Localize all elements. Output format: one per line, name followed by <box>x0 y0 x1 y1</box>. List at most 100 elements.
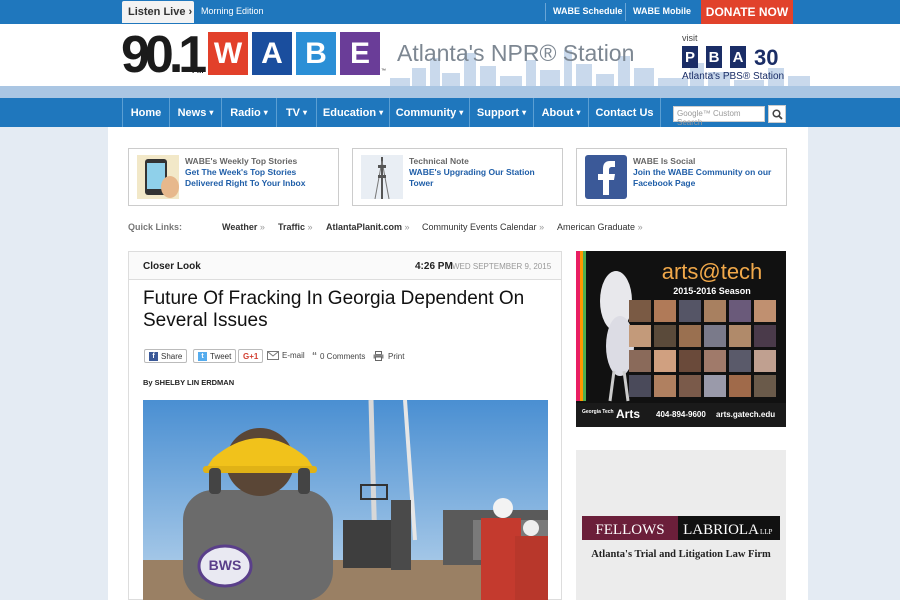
facebook-share-button[interactable]: f Share <box>144 349 188 363</box>
search-icon <box>771 108 783 120</box>
wabe-logo-letter[interactable]: A <box>252 32 292 75</box>
promo-weekly-stories[interactable]: WABE's Weekly Top Stories Get The Week's… <box>128 148 339 206</box>
promo-link[interactable]: Join the WABE Community on our Facebook … <box>633 167 783 189</box>
pba-logo-number[interactable]: 30 <box>754 45 778 71</box>
nav-community[interactable]: Community ▾ <box>390 98 470 127</box>
article-photo-image: BWS <box>143 400 548 600</box>
nav-contact-us[interactable]: Contact Us <box>589 98 661 127</box>
facebook-icon <box>585 155 627 199</box>
arts-ad-season: 2015-2016 Season <box>673 286 751 296</box>
wabe-logo-letter[interactable]: E <box>340 32 380 75</box>
quick-link-weather[interactable]: Weather » <box>222 222 265 232</box>
chevron-down-icon: ▾ <box>303 108 308 117</box>
pba-logo-letter[interactable]: B <box>706 46 722 68</box>
promo-social[interactable]: WABE Is Social Join the WABE Community o… <box>576 148 787 206</box>
nav-about[interactable]: About ▾ <box>534 98 589 127</box>
pba-logo-letter[interactable]: P <box>682 46 698 68</box>
wabe-logo-letter[interactable]: B <box>296 32 336 75</box>
quick-link-atlantaplanit[interactable]: AtlantaPlanit.com » <box>326 222 410 232</box>
print-link[interactable]: Print <box>373 351 404 361</box>
nav-label: TV <box>285 106 301 119</box>
gplus-label: G+1 <box>243 351 259 361</box>
law-ad-right: LABRIOLA <box>683 522 759 538</box>
print-label: Print <box>388 351 405 361</box>
article-date: WED SEPTEMBER 9, 2015 <box>452 262 552 271</box>
nav-label: Home <box>130 106 162 119</box>
arts-at-tech-ad[interactable]: arts@tech 2015-2016 Season Georgia Tech … <box>576 251 786 427</box>
twitter-icon: t <box>198 351 207 361</box>
nav-tv[interactable]: TV ▾ <box>277 98 317 127</box>
quick-link-label: Community Events Calendar <box>422 222 537 232</box>
chevron-down-icon: ▾ <box>459 108 464 117</box>
quick-link-traffic[interactable]: Traffic » <box>278 222 313 232</box>
law-ad-left: FELLOWS <box>595 522 664 538</box>
station-tagline: Atlanta's NPR® Station <box>397 40 635 66</box>
email-link[interactable]: E-mail <box>267 351 305 360</box>
top-bar: Listen Live › Morning Edition WABE Sched… <box>0 0 900 24</box>
phone-icon <box>137 155 179 199</box>
wabe-schedule-link[interactable]: WABE Schedule <box>553 6 623 16</box>
promo-link[interactable]: Get The Week's Top Stories Delivered Rig… <box>185 167 335 189</box>
fellows-labriola-ad[interactable]: FELLOWS LABRIOLA LLP Atlanta's Trial and… <box>576 450 786 600</box>
tweet-button[interactable]: t Tweet <box>193 349 237 363</box>
quick-link-community-events[interactable]: Community Events Calendar » <box>422 222 544 232</box>
nav-label: Education <box>322 106 377 119</box>
chevron-down-icon: ▾ <box>576 108 581 117</box>
chevron-down-icon: ▾ <box>379 108 384 117</box>
arts-ad-phone: 404-894-9600 <box>656 410 706 419</box>
donate-button[interactable]: DONATE NOW <box>701 0 793 24</box>
email-label: E-mail <box>282 351 305 360</box>
arts-ad-title: arts@tech <box>662 259 763 284</box>
double-chevron-icon: » <box>539 222 545 232</box>
quick-link-label: Weather <box>222 222 258 232</box>
nav-education[interactable]: Education ▾ <box>317 98 390 127</box>
facebook-icon: f <box>149 351 158 361</box>
promo-technical-note[interactable]: Technical Note WABE's Upgrading Our Stat… <box>352 148 563 206</box>
promo-title: WABE Is Social <box>633 156 696 166</box>
law-ad-llp: LLP <box>760 528 773 536</box>
article-time: 4:26 PM <box>415 261 453 272</box>
article-card: Closer Look 4:26 PM WED SEPTEMBER 9, 201… <box>128 251 562 600</box>
nav-label: Support <box>476 106 520 119</box>
double-chevron-icon: » <box>404 222 410 232</box>
article-photo[interactable]: BWS <box>143 400 548 600</box>
header-band <box>0 86 900 98</box>
google-plus-button[interactable]: G+1 <box>238 349 264 363</box>
pbs-tagline: Atlanta's PBS® Station <box>682 71 785 82</box>
nav-label: About <box>541 106 574 119</box>
printer-icon <box>373 351 384 361</box>
promo-title: Technical Note <box>409 156 469 166</box>
chevron-down-icon: ▾ <box>209 108 214 117</box>
photo-patch-text: BWS <box>209 557 242 573</box>
share-label: Share <box>161 351 183 361</box>
quick-link-american-graduate[interactable]: American Graduate » <box>557 222 643 232</box>
comments-link[interactable]: “0 Comments <box>312 351 365 362</box>
promo-link[interactable]: WABE's Upgrading Our Station Tower <box>409 167 559 189</box>
article-header: Closer Look 4:26 PM WED SEPTEMBER 9, 201… <box>129 252 561 280</box>
now-playing-program: Morning Edition <box>201 6 264 16</box>
nav-home[interactable]: Home <box>122 98 170 127</box>
listen-live-button[interactable]: Listen Live › <box>122 1 194 23</box>
envelope-icon <box>267 351 279 360</box>
comments-label: 0 Comments <box>320 352 366 361</box>
trademark-mark: ™ <box>381 68 386 74</box>
nav-radio[interactable]: Radio ▾ <box>222 98 277 127</box>
quick-link-label: AtlantaPlanit.com <box>326 222 403 232</box>
search-button[interactable] <box>768 105 786 123</box>
wabe-logo-number[interactable]: 90.1 <box>121 29 207 81</box>
law-ad-graphic: FELLOWS LABRIOLA LLP Atlanta's Trial and… <box>576 450 786 600</box>
article-headline: Future Of Fracking In Georgia Dependent … <box>143 288 525 331</box>
divider <box>625 3 626 21</box>
chevron-down-icon: ▾ <box>522 108 527 117</box>
section-label[interactable]: Closer Look <box>143 261 201 272</box>
quick-link-label: American Graduate <box>557 222 636 232</box>
chevron-down-icon: ▾ <box>263 108 268 117</box>
divider <box>545 3 546 21</box>
nav-news[interactable]: News ▾ <box>170 98 222 127</box>
nav-support[interactable]: Support ▾ <box>470 98 534 127</box>
promo-title: WABE's Weekly Top Stories <box>185 156 298 166</box>
wabe-logo-letter[interactable]: W <box>208 32 248 75</box>
wabe-mobile-link[interactable]: WABE Mobile <box>633 6 691 16</box>
search-input[interactable]: Google™ Custom Search <box>673 106 765 127</box>
pba-logo-letter[interactable]: A <box>730 46 746 68</box>
